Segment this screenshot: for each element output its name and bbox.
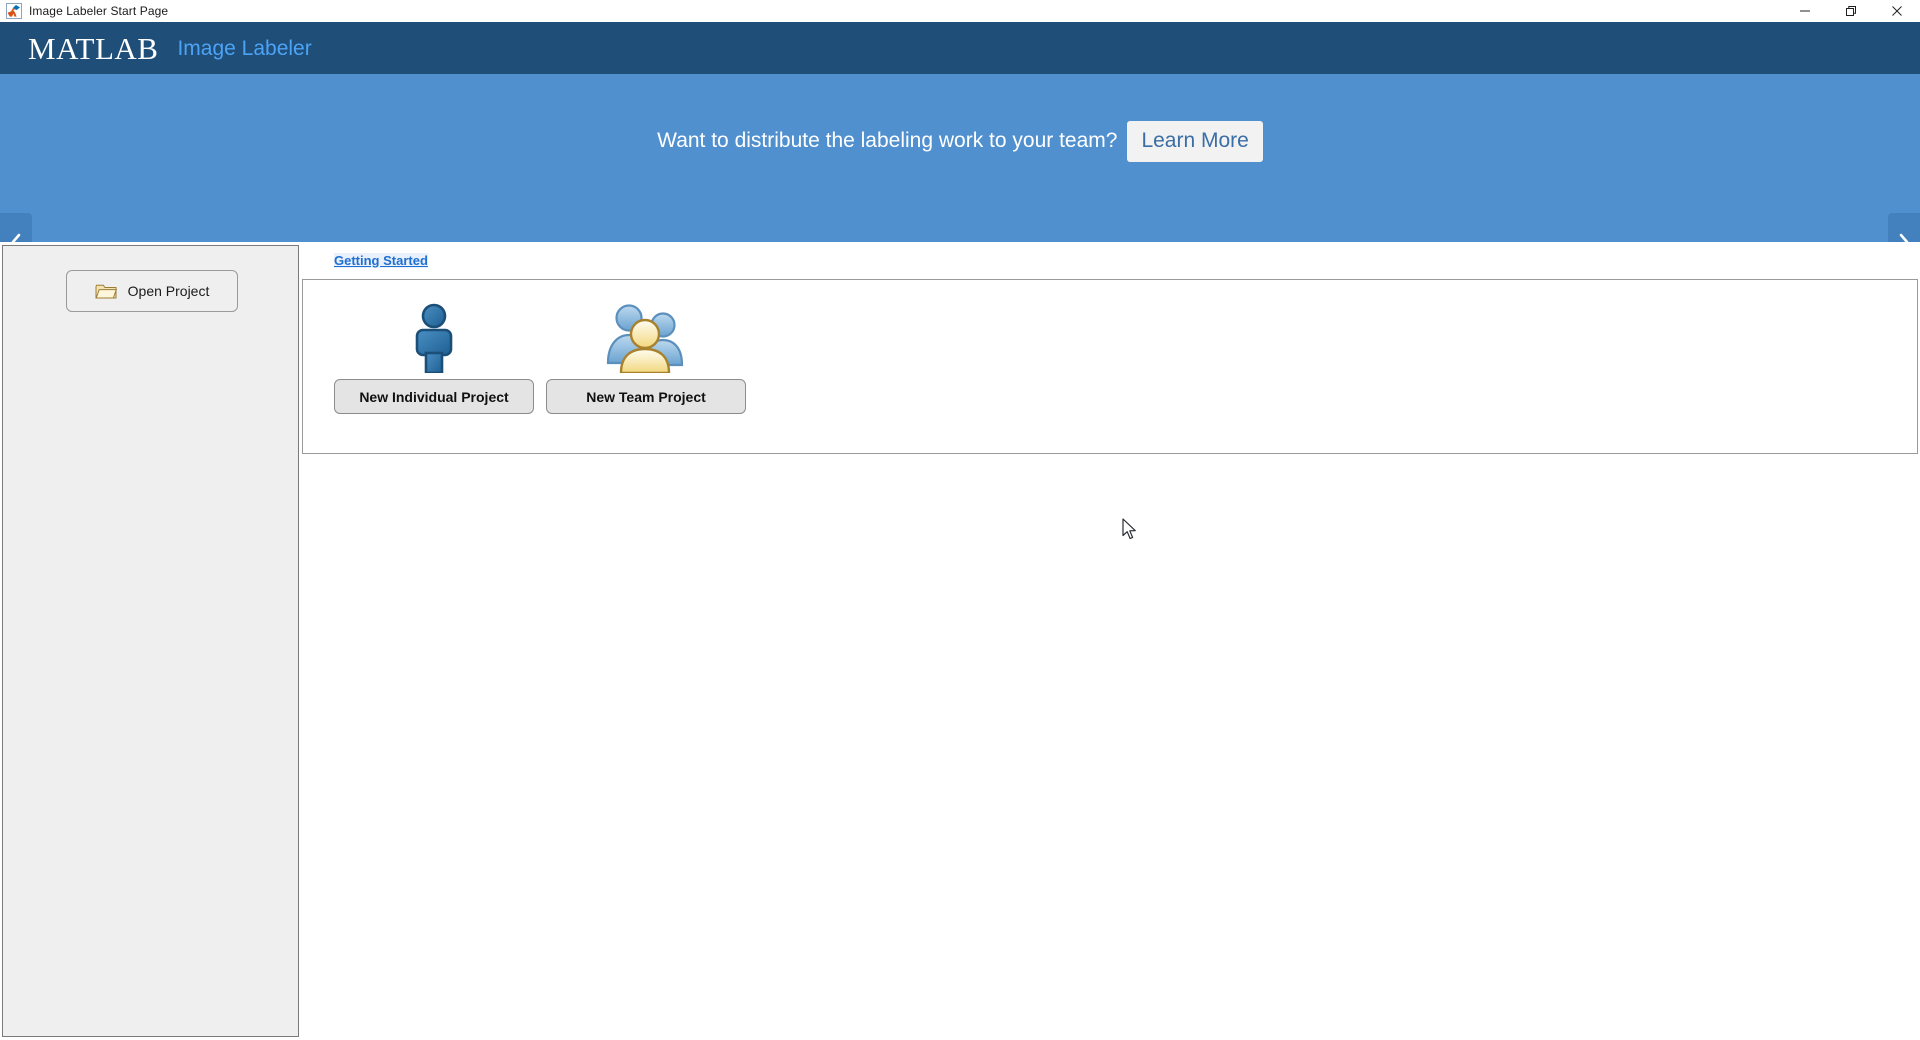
minimize-button[interactable] [1782, 0, 1828, 22]
group-people-icon [603, 295, 689, 373]
matlab-wordmark: MATLAB [28, 30, 159, 66]
app-header: MATLAB Image Labeler [0, 22, 1920, 74]
open-project-label: Open Project [127, 283, 210, 299]
project-options-group: New Individual Project New Team Project [334, 295, 746, 414]
new-team-project-option: New Team Project [546, 295, 746, 414]
new-individual-project-button[interactable]: New Individual Project [334, 379, 534, 414]
banner-content: Want to distribute the labeling work to … [0, 74, 1920, 208]
window-title: Image Labeler Start Page [29, 4, 169, 18]
restore-button[interactable] [1828, 0, 1874, 22]
matlab-icon [6, 3, 22, 19]
content-area: Open Project Getting Started New Individ… [0, 242, 1920, 1040]
product-title: Image Labeler [177, 36, 312, 60]
learn-more-button[interactable]: Learn More [1127, 120, 1263, 162]
getting-started-panel: New Individual Project New Team Project [302, 279, 1918, 454]
banner-message: Want to distribute the labeling work to … [657, 129, 1118, 152]
new-team-project-button[interactable]: New Team Project [546, 379, 746, 414]
sidebar-panel: Open Project [2, 245, 299, 1037]
promo-banner: Want to distribute the labeling work to … [0, 74, 1920, 299]
close-button[interactable] [1874, 0, 1920, 22]
window-controls [1782, 0, 1920, 22]
window-titlebar: Image Labeler Start Page [0, 0, 1920, 23]
getting-started-header: Getting Started [300, 242, 1920, 278]
getting-started-link[interactable]: Getting Started [334, 252, 428, 268]
single-person-icon [403, 295, 465, 373]
main-pane: Getting Started New Individual Project N… [300, 242, 1920, 1040]
new-individual-project-option: New Individual Project [334, 295, 534, 414]
open-project-button[interactable]: Open Project [66, 270, 238, 312]
folder-icon [95, 282, 117, 300]
titlebar-left-group: Image Labeler Start Page [0, 3, 1782, 19]
